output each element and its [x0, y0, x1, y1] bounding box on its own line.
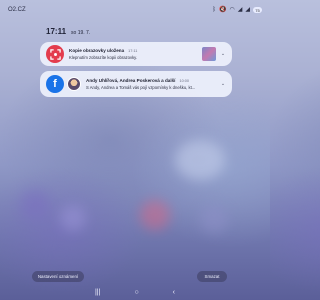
notification-settings-button[interactable]: Nastavení oznámení [32, 271, 84, 282]
notification-time: 17:11 [128, 49, 138, 54]
battery-icon: 75 [253, 7, 262, 13]
notification-title: Kopie obrazovky uložena [69, 48, 125, 54]
back-icon[interactable]: ‹ [173, 289, 175, 296]
recents-icon[interactable]: ||| [95, 289, 100, 296]
chevron-down-icon[interactable]: ⌄ [220, 81, 226, 87]
carrier-label: O2.CZ [8, 7, 26, 13]
notification-body: Klepnutím zobrazíte kopii obrazovky. [69, 54, 138, 60]
notification-title: Andy Uhlířová, Andrea Poskerová a další [86, 78, 176, 84]
lockscreen-clock: 17:11 so 19. 7. [46, 27, 90, 36]
status-bar: O2.CZ ᛒ 🔇 ◠ ◢ ◢ 75 [0, 0, 270, 20]
screenshot-icon [46, 45, 64, 63]
background-blur [60, 205, 86, 231]
signal-icon: ◢ [237, 7, 243, 13]
notification-body: S Andy, Andrea a Tomáš vás pojí vzpomínk… [86, 84, 196, 90]
notification-time: 10:00 [179, 79, 189, 84]
clear-label: Smazat [204, 274, 220, 279]
notification-content: Andy Uhlířová, Andrea Poskerová a další … [86, 78, 220, 90]
navigation-bar: ||| ○ ‹ [0, 286, 270, 298]
clock-time: 17:11 [46, 27, 67, 36]
notification-header: Kopie obrazovky uložena 17:11 [69, 48, 199, 53]
notification-content: Kopie obrazovky uložena 17:11 Klepnutím … [69, 48, 199, 60]
status-icons: ᛒ 🔇 ◠ ◢ ◢ 75 [212, 7, 262, 13]
home-icon[interactable]: ○ [134, 289, 138, 296]
battery-percent: 75 [255, 7, 260, 13]
notification-card[interactable]: Kopie obrazovky uložena 17:11 Klepnutím … [40, 42, 232, 66]
background-blur [175, 140, 225, 180]
notification-card[interactable]: f Andy Uhlířová, Andrea Poskerová a dalš… [40, 71, 232, 97]
background-blur [200, 205, 228, 233]
screenshot-thumbnail[interactable] [202, 47, 216, 61]
silent-icon: 🔇 [219, 7, 227, 13]
notification-settings-label: Nastavení oznámení [37, 274, 79, 279]
chevron-down-icon[interactable]: ⌄ [220, 51, 226, 57]
clear-button[interactable]: Smazat [197, 271, 227, 282]
avatar [67, 77, 81, 91]
wifi-icon: ◠ [229, 7, 235, 13]
notification-header: Andy Uhlířová, Andrea Poskerová a další … [86, 78, 220, 83]
background-blur [140, 200, 170, 230]
facebook-icon: f [46, 75, 64, 93]
clock-date: so 19. 7. [71, 30, 91, 36]
bluetooth-icon: ᛒ [212, 7, 217, 13]
signal-icon: ◢ [245, 7, 250, 13]
background-blur [20, 190, 50, 220]
